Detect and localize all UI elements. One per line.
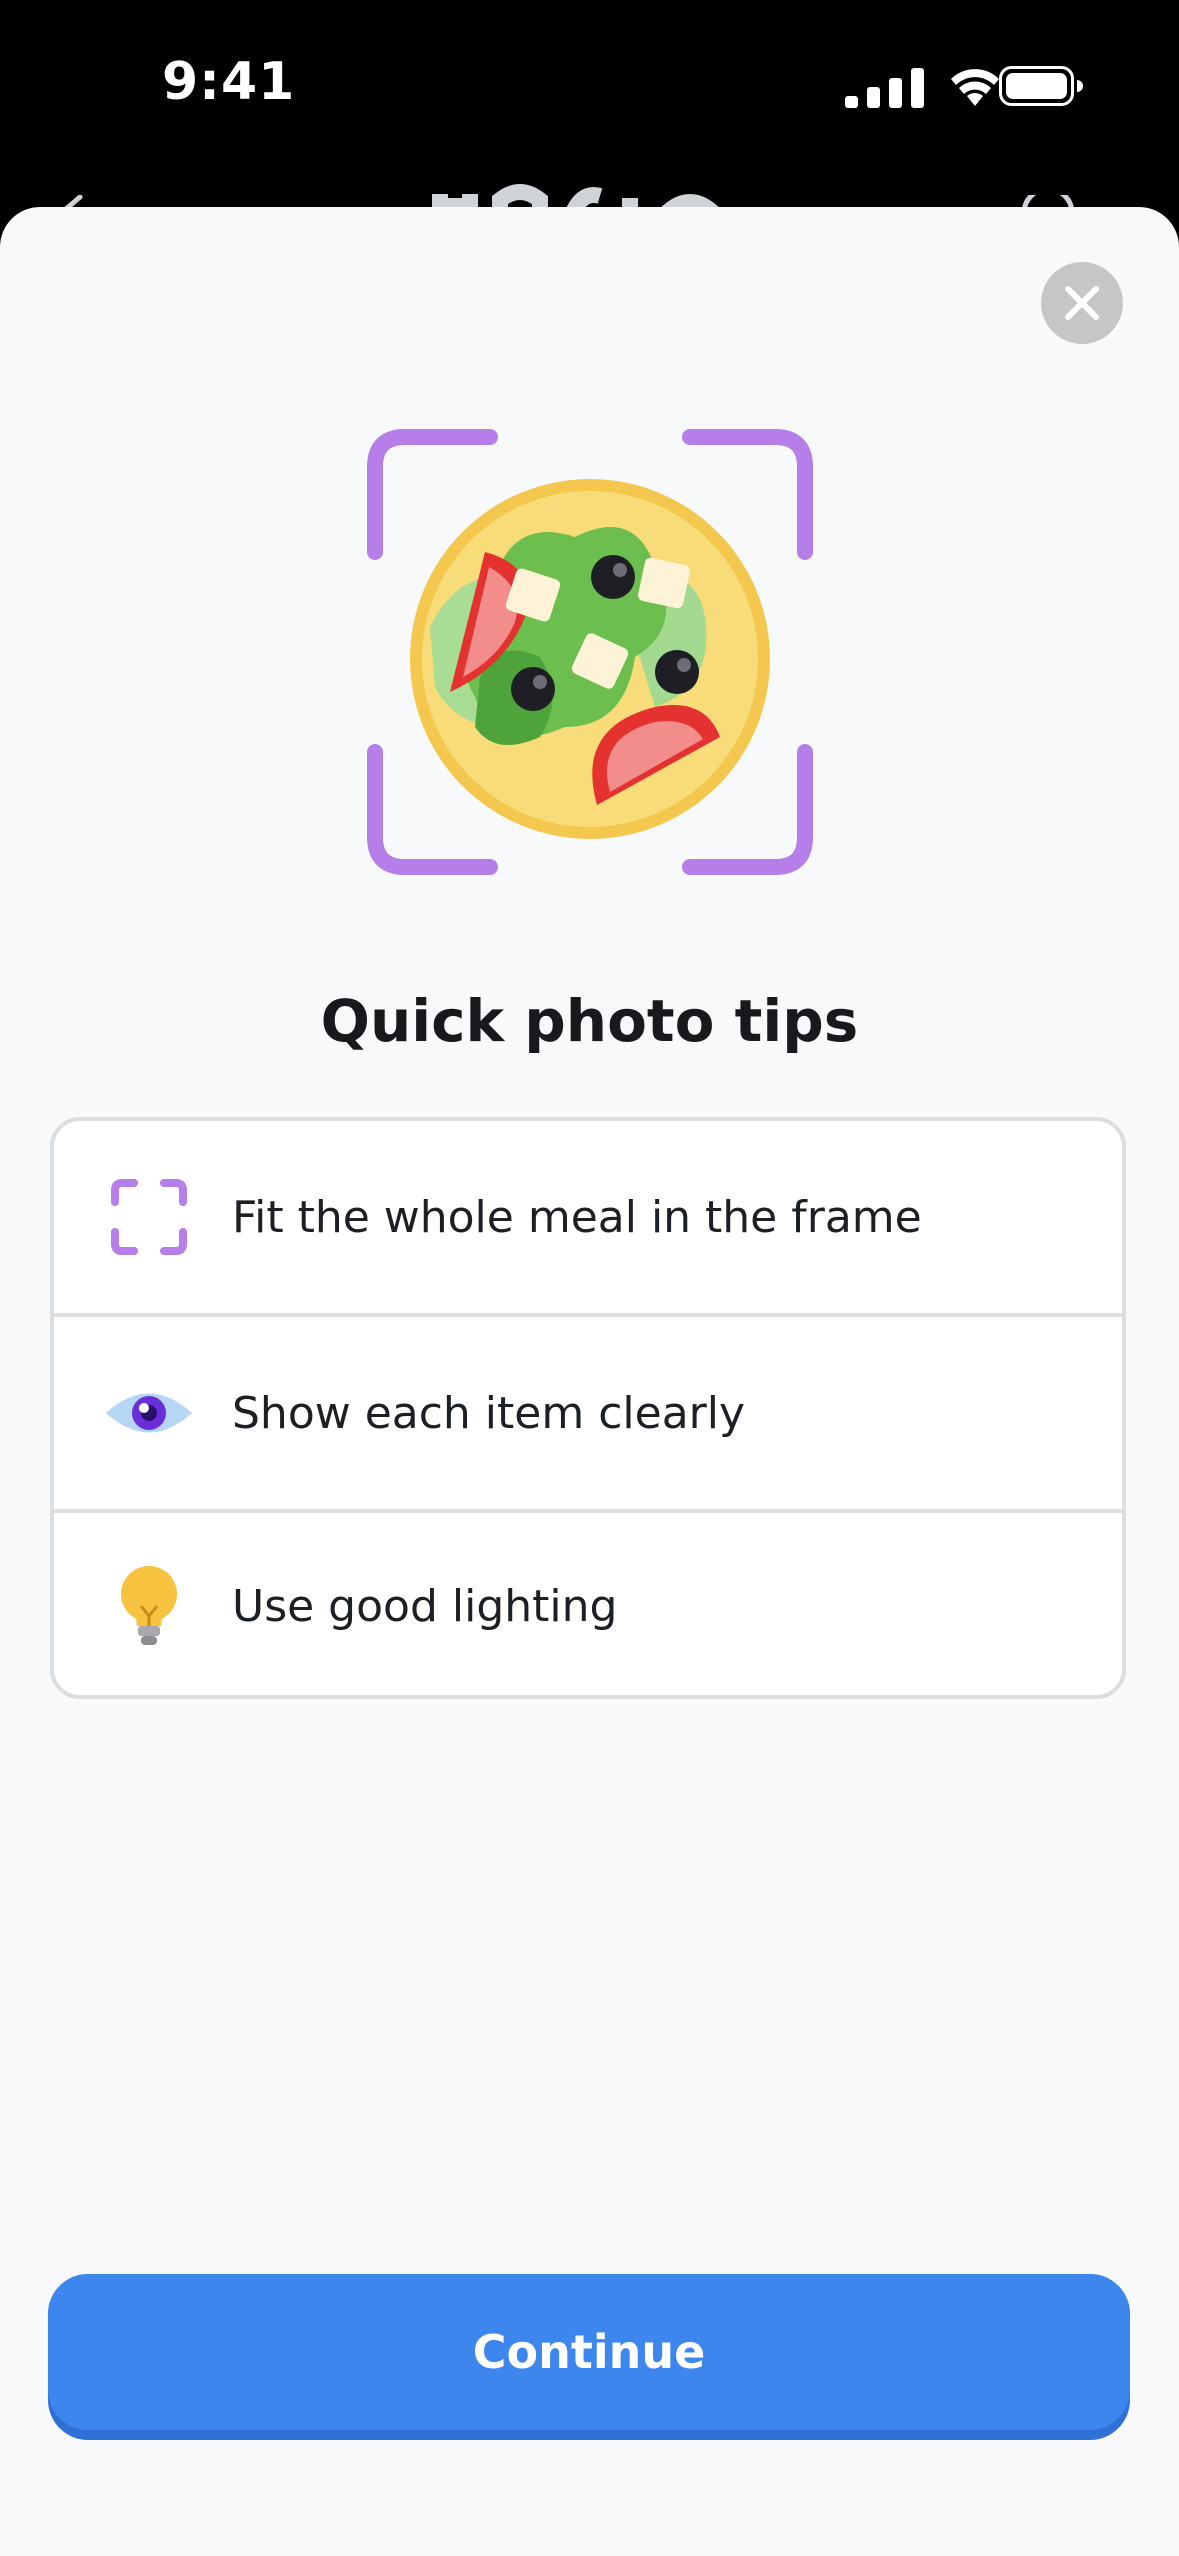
tips-list: Fit the whole meal in the frame Show eac… — [50, 1117, 1126, 1699]
eye-icon — [104, 1368, 194, 1458]
salad-plate-illustration — [367, 429, 813, 875]
wifi-icon — [951, 69, 999, 106]
background-app-header — [0, 150, 1179, 220]
close-icon — [1065, 286, 1099, 320]
list-item: Use good lighting — [54, 1513, 1122, 1695]
photo-tips-sheet: Quick photo tips Fit the whole meal in t… — [0, 207, 1179, 2556]
status-time: 9:41 — [162, 52, 296, 112]
tip-label: Use good lighting — [232, 1580, 618, 1632]
battery-icon — [999, 66, 1083, 106]
list-item: Show each item clearly — [54, 1317, 1122, 1513]
frame-corners-icon — [104, 1172, 194, 1262]
continue-button-label: Continue — [48, 2274, 1130, 2430]
page-title: Quick photo tips — [320, 987, 859, 1055]
lightbulb-icon — [104, 1561, 194, 1651]
tip-label: Show each item clearly — [232, 1387, 746, 1439]
list-item: Fit the whole meal in the frame — [54, 1121, 1122, 1317]
tip-label: Fit the whole meal in the frame — [232, 1191, 922, 1243]
cellular-signal-icon — [845, 68, 924, 108]
continue-button[interactable]: Continue — [48, 2274, 1130, 2440]
close-button[interactable] — [1041, 262, 1123, 344]
